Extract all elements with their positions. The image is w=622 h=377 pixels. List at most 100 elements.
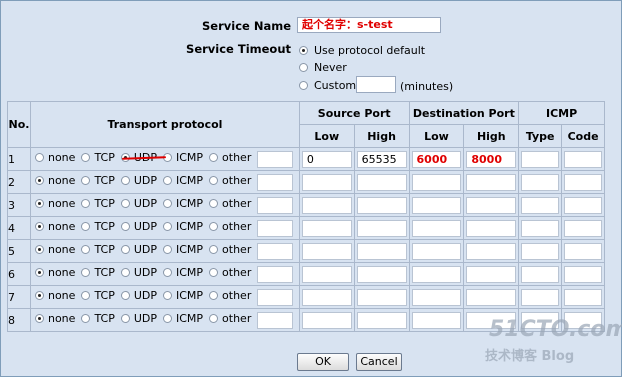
protocol-option-icmp[interactable]: ICMP bbox=[162, 174, 203, 187]
icmp-code-input[interactable] bbox=[564, 173, 602, 191]
radio-icon[interactable] bbox=[162, 245, 172, 254]
protocol-option-udp[interactable]: UDP bbox=[120, 197, 157, 210]
radio-icon[interactable] bbox=[34, 291, 44, 300]
dest-low-input[interactable] bbox=[411, 311, 462, 329]
dest-low-input[interactable]: 6000 bbox=[411, 150, 462, 168]
radio-icon[interactable] bbox=[209, 291, 219, 300]
radio-icon[interactable] bbox=[34, 314, 44, 323]
protocol-option-tcp[interactable]: TCP bbox=[81, 312, 115, 325]
radio-icon[interactable] bbox=[162, 268, 172, 277]
radio-icon[interactable] bbox=[120, 291, 130, 300]
source-high-input[interactable] bbox=[356, 311, 407, 329]
other-protocol-input[interactable] bbox=[257, 265, 294, 283]
radio-icon[interactable] bbox=[209, 222, 219, 231]
protocol-option-udp[interactable]: UDP bbox=[120, 174, 157, 187]
radio-icon[interactable] bbox=[162, 176, 172, 185]
timeout-option-custom[interactable]: Custom bbox=[299, 79, 356, 92]
protocol-option-other[interactable]: other bbox=[209, 312, 251, 325]
dest-high-input[interactable] bbox=[466, 196, 517, 214]
radio-icon[interactable] bbox=[209, 314, 219, 323]
source-high-input[interactable] bbox=[356, 173, 407, 191]
radio-icon[interactable] bbox=[81, 314, 91, 323]
protocol-option-none[interactable]: none bbox=[34, 266, 75, 279]
radio-icon[interactable] bbox=[34, 176, 44, 185]
protocol-option-none[interactable]: none bbox=[34, 312, 75, 325]
timeout-option-never[interactable]: Never bbox=[299, 61, 347, 74]
radio-icon[interactable] bbox=[120, 314, 130, 323]
icmp-type-input[interactable] bbox=[521, 150, 560, 168]
icmp-type-input[interactable] bbox=[521, 219, 560, 237]
source-high-input[interactable]: 65535 bbox=[356, 150, 407, 168]
protocol-option-none[interactable]: none bbox=[34, 220, 75, 233]
protocol-option-udp[interactable]: UDP bbox=[120, 266, 157, 279]
protocol-option-other[interactable]: other bbox=[209, 151, 251, 164]
source-low-input[interactable] bbox=[301, 311, 352, 329]
radio-icon[interactable] bbox=[162, 314, 172, 323]
protocol-option-tcp[interactable]: TCP bbox=[81, 243, 115, 256]
radio-icon[interactable] bbox=[120, 268, 130, 277]
radio-icon[interactable] bbox=[162, 291, 172, 300]
source-low-input[interactable] bbox=[301, 219, 352, 237]
source-low-input[interactable] bbox=[301, 173, 352, 191]
protocol-option-none[interactable]: none bbox=[34, 174, 75, 187]
ok-button[interactable]: OK bbox=[297, 353, 349, 371]
dest-low-input[interactable] bbox=[411, 196, 462, 214]
radio-icon[interactable] bbox=[81, 199, 91, 208]
radio-icon[interactable] bbox=[34, 153, 44, 162]
protocol-option-udp[interactable]: UDP bbox=[120, 289, 157, 302]
radio-icon[interactable] bbox=[162, 222, 172, 231]
radio-icon[interactable] bbox=[209, 153, 219, 162]
radio-icon[interactable] bbox=[299, 46, 308, 55]
service-name-field[interactable]: 起个名字：s-test bbox=[297, 17, 441, 33]
protocol-option-udp[interactable]: UDP bbox=[120, 220, 157, 233]
radio-icon[interactable] bbox=[34, 268, 44, 277]
dest-low-input[interactable] bbox=[411, 219, 462, 237]
radio-icon[interactable] bbox=[81, 222, 91, 231]
protocol-option-other[interactable]: other bbox=[209, 220, 251, 233]
protocol-option-icmp[interactable]: ICMP bbox=[162, 243, 203, 256]
icmp-type-input[interactable] bbox=[521, 265, 560, 283]
radio-icon[interactable] bbox=[209, 199, 219, 208]
radio-icon[interactable] bbox=[81, 176, 91, 185]
other-protocol-input[interactable] bbox=[257, 288, 294, 306]
protocol-option-none[interactable]: none bbox=[34, 243, 75, 256]
dest-high-input[interactable] bbox=[466, 242, 517, 260]
protocol-option-tcp[interactable]: TCP bbox=[81, 197, 115, 210]
icmp-type-input[interactable] bbox=[521, 288, 560, 306]
dest-low-input[interactable] bbox=[411, 242, 462, 260]
radio-icon[interactable] bbox=[120, 222, 130, 231]
protocol-option-udp[interactable]: UDP bbox=[120, 312, 157, 325]
icmp-code-input[interactable] bbox=[564, 196, 602, 214]
protocol-option-none[interactable]: none bbox=[34, 151, 75, 164]
radio-icon[interactable] bbox=[34, 222, 44, 231]
radio-icon[interactable] bbox=[34, 199, 44, 208]
icmp-code-input[interactable] bbox=[564, 265, 602, 283]
source-low-input[interactable] bbox=[301, 265, 352, 283]
radio-icon[interactable] bbox=[81, 153, 91, 162]
dest-high-input[interactable] bbox=[466, 173, 517, 191]
dest-high-input[interactable] bbox=[466, 288, 517, 306]
protocol-option-icmp[interactable]: ICMP bbox=[162, 266, 203, 279]
source-high-input[interactable] bbox=[356, 219, 407, 237]
protocol-option-udp[interactable]: UDP bbox=[120, 243, 157, 256]
radio-icon[interactable] bbox=[120, 176, 130, 185]
radio-icon[interactable] bbox=[209, 245, 219, 254]
source-low-input[interactable] bbox=[301, 196, 352, 214]
protocol-option-tcp[interactable]: TCP bbox=[81, 220, 115, 233]
protocol-option-other[interactable]: other bbox=[209, 243, 251, 256]
protocol-option-other[interactable]: other bbox=[209, 289, 251, 302]
icmp-code-input[interactable] bbox=[564, 288, 602, 306]
custom-minutes-input[interactable] bbox=[356, 76, 396, 93]
source-high-input[interactable] bbox=[356, 242, 407, 260]
cancel-button[interactable]: Cancel bbox=[356, 353, 402, 371]
icmp-code-input[interactable] bbox=[564, 219, 602, 237]
radio-icon[interactable] bbox=[81, 268, 91, 277]
radio-icon[interactable] bbox=[81, 291, 91, 300]
dest-high-input[interactable] bbox=[466, 265, 517, 283]
other-protocol-input[interactable] bbox=[257, 150, 294, 168]
protocol-option-icmp[interactable]: ICMP bbox=[162, 289, 203, 302]
icmp-code-input[interactable] bbox=[564, 242, 602, 260]
source-low-input[interactable]: 0 bbox=[301, 150, 352, 168]
radio-icon[interactable] bbox=[34, 245, 44, 254]
other-protocol-input[interactable] bbox=[257, 219, 294, 237]
